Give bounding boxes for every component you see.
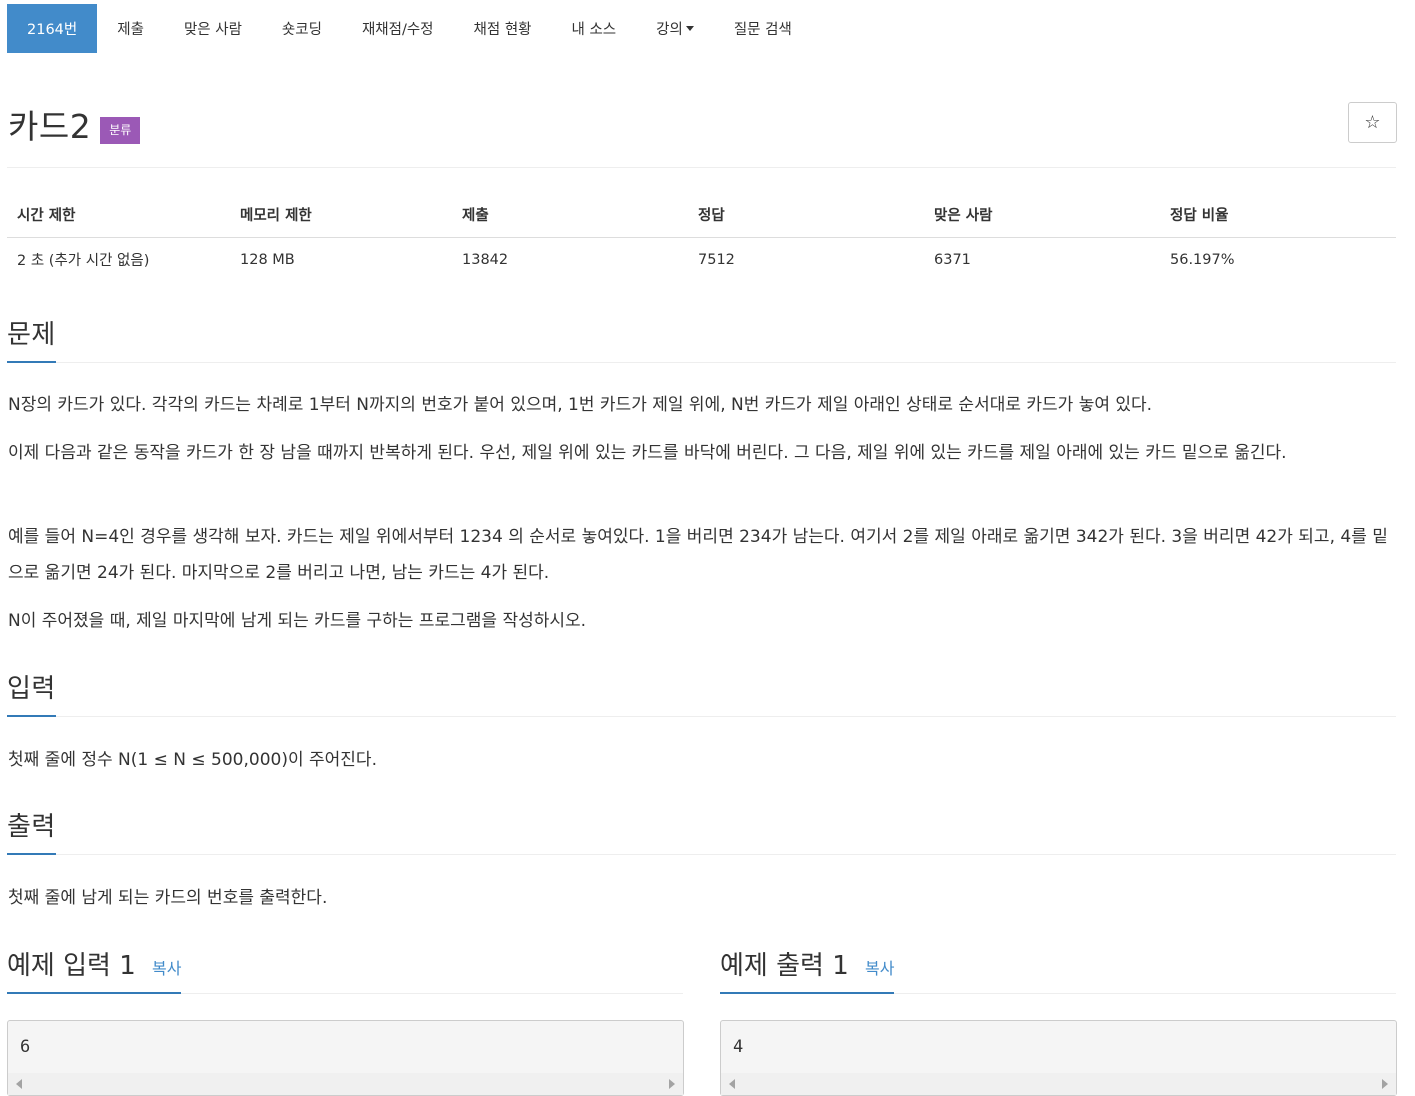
horizontal-scrollbar[interactable] bbox=[8, 1073, 683, 1095]
problem-info-table: 시간 제한 메모리 제한 제출 정답 맞은 사람 정답 비율 2 초 (추가 시… bbox=[7, 194, 1396, 281]
table-header: 정답 비율 bbox=[1160, 194, 1396, 238]
sample-output-box[interactable]: 4 bbox=[720, 1020, 1397, 1096]
tab-question-search[interactable]: 질문 검색 bbox=[714, 4, 812, 53]
time-limit-value: 2 초 (추가 시간 없음) bbox=[17, 253, 150, 269]
description-paragraph: 예를 들어 N=4인 경우를 생각해 보자. 카드는 제일 위에서부터 1234… bbox=[8, 527, 1388, 583]
output-heading: 출력 bbox=[7, 806, 56, 855]
problem-page: 2164번 제출 맞은 사람 숏코딩 재채점/수정 채점 현황 내 소스 강의 … bbox=[0, 0, 1415, 1096]
tab-submit[interactable]: 제출 bbox=[97, 4, 164, 53]
description-paragraph: N이 주어졌을 때, 제일 마지막에 남게 되는 카드를 구하는 프로그램을 작… bbox=[8, 611, 587, 631]
tab-status[interactable]: 채점 현황 bbox=[454, 4, 552, 53]
input-heading: 입력 bbox=[7, 668, 56, 717]
category-badge[interactable]: 분류 bbox=[100, 117, 141, 144]
tab-problem[interactable]: 2164번 bbox=[7, 4, 98, 53]
solved-users-value: 6371 bbox=[934, 251, 971, 268]
sample-input-heading: 예제 입력 1 복사 bbox=[7, 945, 182, 994]
submissions-value: 13842 bbox=[462, 251, 509, 268]
problem-title-row: 카드2 분류 bbox=[8, 100, 141, 148]
memory-limit-value: 128 MB bbox=[240, 251, 295, 268]
table-header: 제출 bbox=[452, 194, 688, 238]
title-divider bbox=[7, 167, 1396, 168]
star-icon: ☆ bbox=[1364, 112, 1381, 133]
description-paragraph: N장의 카드가 있다. 각각의 카드는 차례로 1부터 N까지의 번호가 붙어 … bbox=[8, 395, 1153, 415]
sample-input-box[interactable]: 6 bbox=[7, 1020, 684, 1096]
sample-output-title: 예제 출력 1 bbox=[720, 951, 849, 981]
table-row: 2 초 (추가 시간 없음) 128 MB 13842 7512 6371 56… bbox=[7, 238, 1396, 282]
table-header: 맞은 사람 bbox=[924, 194, 1160, 238]
input-description: 첫째 줄에 정수 N(1 ≤ N ≤ 500,000)이 주어진다. bbox=[8, 750, 377, 770]
tab-rejudge-edit[interactable]: 재채점/수정 bbox=[342, 4, 454, 53]
sample-input-title: 예제 입력 1 bbox=[7, 951, 136, 981]
tab-short-coding[interactable]: 숏코딩 bbox=[262, 4, 342, 53]
horizontal-scrollbar[interactable] bbox=[721, 1073, 1396, 1095]
tab-lectures-dropdown[interactable]: 강의 bbox=[636, 4, 714, 53]
description-section-header: 문제 bbox=[7, 314, 1396, 363]
table-header: 시간 제한 bbox=[7, 194, 230, 238]
sample-output-heading: 예제 출력 1 복사 bbox=[720, 945, 895, 994]
sample-output-header: 예제 출력 1 복사 bbox=[720, 945, 1396, 994]
sample-input-header: 예제 입력 1 복사 bbox=[7, 945, 683, 994]
output-description: 첫째 줄에 남게 되는 카드의 번호를 출력한다. bbox=[8, 888, 328, 908]
description-paragraph: 이제 다음과 같은 동작을 카드가 한 장 남을 때까지 반복하게 된다. 우선… bbox=[8, 443, 1287, 463]
sample-output-copy-link[interactable]: 복사 bbox=[865, 959, 894, 978]
description-heading: 문제 bbox=[7, 314, 56, 363]
accept-ratio-value: 56.197% bbox=[1170, 251, 1235, 268]
scroll-left-icon[interactable] bbox=[16, 1079, 22, 1089]
table-header: 메모리 제한 bbox=[230, 194, 452, 238]
scroll-right-icon[interactable] bbox=[669, 1079, 675, 1089]
sample-output-value: 4 bbox=[733, 1037, 744, 1057]
accepted-value: 7512 bbox=[698, 251, 735, 268]
tab-lectures-label: 강의 bbox=[656, 22, 683, 38]
star-button[interactable]: ☆ bbox=[1348, 102, 1397, 143]
scroll-left-icon[interactable] bbox=[729, 1079, 735, 1089]
tab-my-source[interactable]: 내 소스 bbox=[552, 4, 637, 53]
scroll-right-icon[interactable] bbox=[1382, 1079, 1388, 1089]
table-header-row: 시간 제한 메모리 제한 제출 정답 맞은 사람 정답 비율 bbox=[7, 194, 1396, 238]
table-header: 정답 bbox=[688, 194, 924, 238]
problem-nav-tabs: 2164번 제출 맞은 사람 숏코딩 재채점/수정 채점 현황 내 소스 강의 … bbox=[7, 4, 812, 53]
problem-title: 카드2 bbox=[8, 107, 92, 146]
caret-down-icon bbox=[685, 26, 694, 31]
sample-input-value: 6 bbox=[20, 1037, 31, 1057]
sample-input-copy-link[interactable]: 복사 bbox=[152, 959, 181, 978]
tab-accepted-users[interactable]: 맞은 사람 bbox=[164, 4, 262, 53]
output-section-header: 출력 bbox=[7, 806, 1396, 855]
input-section-header: 입력 bbox=[7, 668, 1396, 717]
